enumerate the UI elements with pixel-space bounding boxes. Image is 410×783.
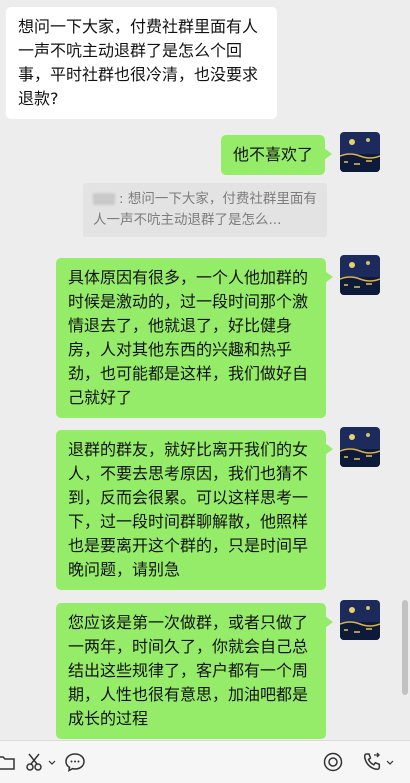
message-outgoing[interactable]: 退群的群友，就好比离开我们的女人，不要去思考原因，我们也猜不到，反而会很累。可以… <box>56 430 333 590</box>
message-incoming[interactable]: 想问一下大家，付费社群里面有人一声不吭主动退群了是怎么个回事，平时社群也很冷清，… <box>6 7 277 119</box>
scissors-icon[interactable] <box>24 751 46 773</box>
avatar-image <box>340 255 380 295</box>
chat-bubble-icon[interactable] <box>64 751 86 773</box>
chevron-down-icon[interactable] <box>47 751 57 773</box>
avatar-image <box>340 132 380 172</box>
folder-icon[interactable] <box>0 751 16 773</box>
input-toolbar <box>0 740 410 783</box>
user-avatar[interactable] <box>340 132 380 172</box>
quoted-text: : 想问一下大家，付费社群里面有人一声不吭主动退群了是怎么... <box>93 191 317 228</box>
message-text: 退群的群友，就好比离开我们的女人，不要去思考原因，我们也猜不到，反而会很累。可以… <box>68 440 309 579</box>
message-text: 他不喜欢了 <box>233 145 314 164</box>
user-avatar[interactable] <box>340 255 380 295</box>
avatar-image <box>340 600 380 640</box>
message-outgoing[interactable]: 具体原因有很多，一个人他加群的时候是激动的，过一段时间那个激情退去了，他就退了，… <box>56 258 333 418</box>
user-avatar[interactable] <box>340 600 380 640</box>
message-outgoing[interactable]: 您应该是第一次做群，或者只做了一两年，时间久了，你就会自己总结出这些规律了，客户… <box>56 603 333 739</box>
blurred-username <box>93 193 115 205</box>
avatar-image <box>340 427 380 467</box>
chevron-down-icon[interactable] <box>385 751 395 773</box>
message-text: 您应该是第一次做群，或者只做了一两年，时间久了，你就会自己总结出这些规律了，客户… <box>68 613 309 728</box>
live-icon[interactable] <box>322 751 344 773</box>
message-text: 想问一下大家，付费社群里面有人一声不吭主动退群了是怎么个回事，平时社群也很冷清，… <box>18 17 259 108</box>
phone-icon[interactable] <box>361 751 383 773</box>
quoted-message[interactable]: : 想问一下大家，付费社群里面有人一声不吭主动退群了是怎么... <box>83 183 327 237</box>
scrollbar-thumb[interactable] <box>402 600 408 695</box>
message-text: 具体原因有很多，一个人他加群的时候是激动的，过一段时间那个激情退去了，他就退了，… <box>68 268 309 407</box>
user-avatar[interactable] <box>340 427 380 467</box>
message-outgoing[interactable]: 他不喜欢了 <box>221 135 333 175</box>
